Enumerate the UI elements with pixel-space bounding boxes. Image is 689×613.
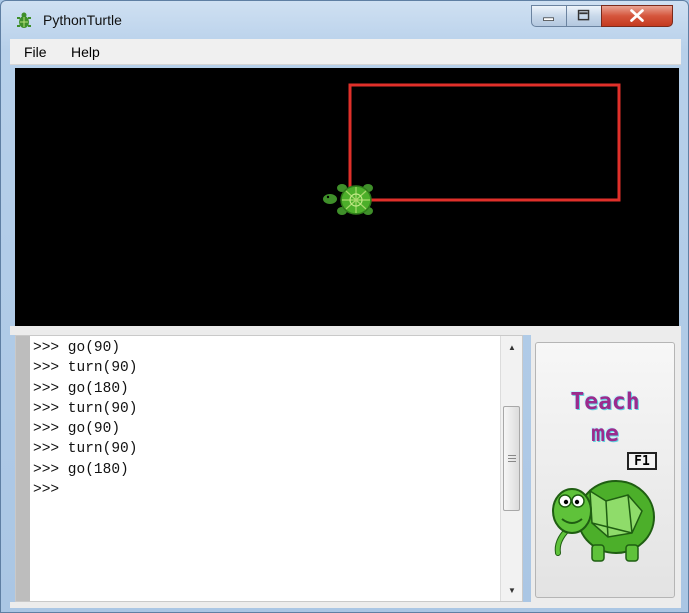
menu-bar: File Help [10,39,681,65]
scroll-thumb[interactable] [503,406,520,511]
pane-splitter[interactable] [10,326,681,335]
grip-line [508,455,516,456]
menu-file[interactable]: File [24,44,47,60]
drawing-surface [323,83,621,215]
console-output[interactable]: >>> go(90) >>> turn(90) >>> go(180) >>> tur… [33,338,137,500]
scroll-down-arrow-icon[interactable]: ▼ [505,585,519,597]
scroll-up-arrow-icon[interactable]: ▲ [505,342,519,354]
maximize-icon [577,9,590,21]
console-line: >>> go(180) [33,461,129,478]
teach-me-button[interactable]: Teach me F1 [535,342,675,598]
menu-help[interactable]: Help [71,44,100,60]
console-line: >>> go(180) [33,380,129,397]
console-gutter [16,336,30,601]
console-line: >>> go(90) [33,340,121,356]
console-line: >>> go(90) [33,421,121,438]
minimize-button[interactable] [531,5,567,27]
grip-line [508,458,516,459]
console-line: >>> turn(90) [33,400,138,417]
f1-shortcut-badge: F1 [627,452,657,470]
grip-line [508,461,516,462]
turtle-app-icon [17,12,31,28]
window-title: PythonTurtle [43,12,122,28]
app-window: PythonTurtle File Help >>> go(90) >>> tu… [0,0,689,613]
shell-console[interactable]: >>> go(90) >>> turn(90) >>> go(180) >>> tur… [15,335,523,602]
maximize-button[interactable] [566,5,602,27]
turtle-drawn-path [348,83,621,202]
close-button[interactable] [601,5,673,27]
console-scrollbar[interactable]: ▲ ▼ [500,336,522,601]
minimize-icon [543,17,554,21]
status-strip [10,602,681,608]
console-line: >>> turn(90) [33,360,138,377]
turtle-canvas[interactable] [15,68,679,326]
me-label: me [591,421,619,447]
teach-label: Teach [570,389,640,415]
turtle-icon [323,184,373,215]
console-line: >>> turn(90) [33,441,138,458]
turtle-mascot-icon [552,480,655,562]
teach-pane: Teach me F1 [531,335,681,602]
console-prompt-line[interactable]: >>> [33,480,137,500]
title-bar[interactable]: PythonTurtle [1,1,688,39]
close-icon [630,9,644,22]
